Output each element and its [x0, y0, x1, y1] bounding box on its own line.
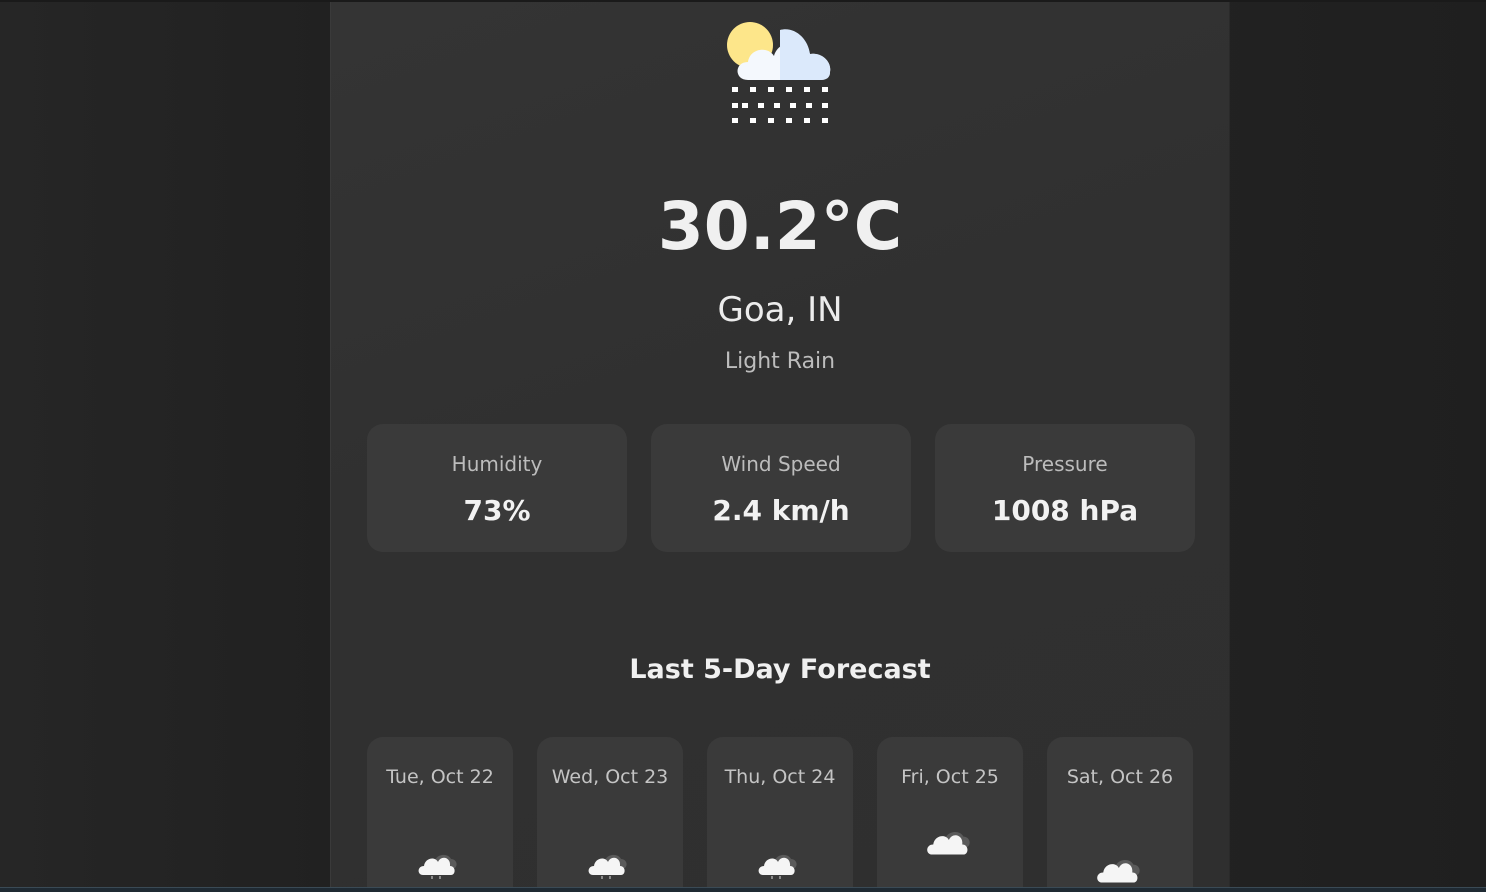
forecast-day[interactable]: Fri, Oct 25	[877, 737, 1023, 892]
cloud-icon	[1097, 859, 1140, 883]
stat-value: 2.4 km/h	[712, 494, 850, 527]
current-temperature: 30.2°C	[657, 188, 903, 265]
stat-value: 1008 hPa	[991, 494, 1139, 527]
bottom-border	[0, 887, 1486, 892]
wind-speed-tile: Wind Speed 2.4 km/h	[651, 424, 911, 552]
forecast-date: Tue, Oct 22	[386, 766, 494, 788]
weather-condition: Light Rain	[724, 349, 836, 374]
humidity-tile: Humidity 73%	[367, 424, 627, 552]
sun-cloud-rain-icon	[727, 22, 831, 123]
forecast-day[interactable]: Tue, Oct 22	[367, 737, 513, 892]
stat-value: 73%	[463, 494, 531, 527]
forecast-date: Thu, Oct 24	[724, 766, 836, 788]
cloud-rain-icon	[758, 854, 797, 879]
pressure-tile: Pressure 1008 hPa	[935, 424, 1195, 552]
forecast-day[interactable]: Sat, Oct 26	[1047, 737, 1193, 892]
stat-label: Wind Speed	[721, 452, 841, 476]
cloud-rain-icon	[418, 854, 457, 879]
weather-card: 30.2°C Goa, IN Light Rain Humidity 73% W…	[330, 2, 1230, 892]
cloud-rain-icon	[588, 854, 627, 879]
forecast-date: Sat, Oct 26	[1066, 766, 1174, 788]
cloud-icon	[927, 831, 970, 855]
forecast-date: Fri, Oct 25	[901, 766, 999, 788]
stat-label: Humidity	[451, 452, 543, 476]
forecast-day[interactable]: Thu, Oct 24	[707, 737, 853, 892]
forecast-day[interactable]: Wed, Oct 23	[537, 737, 683, 892]
forecast-title: Last 5-Day Forecast	[629, 654, 931, 685]
location-name: Goa, IN	[717, 290, 843, 330]
stat-label: Pressure	[1022, 452, 1108, 476]
forecast-date: Wed, Oct 23	[551, 766, 669, 788]
page-background: 30.2°C Goa, IN Light Rain Humidity 73% W…	[0, 0, 1486, 892]
